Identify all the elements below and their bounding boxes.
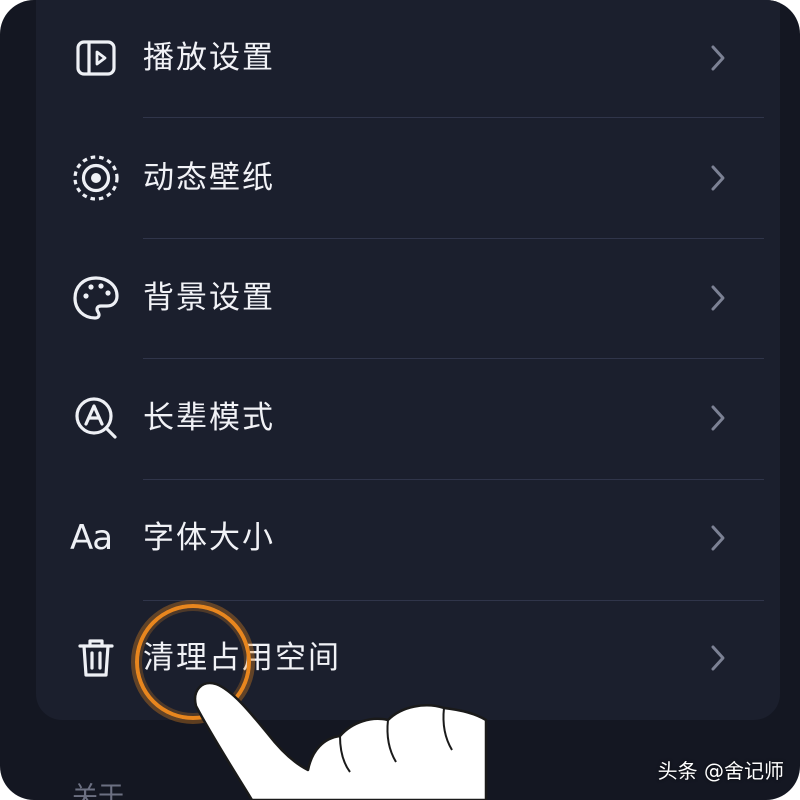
divider [143,117,764,118]
elder-mode-icon [70,392,122,444]
settings-item-label: 长辈模式 [143,400,275,436]
chevron-right-icon [711,285,725,311]
settings-item-label: 字体大小 [143,520,275,556]
divider [143,238,764,239]
settings-item-font-size[interactable]: Aa 字体大小 [36,480,780,600]
watermark: 头条 @舍记师 [657,759,784,783]
screen: 播放设置 动态壁纸 背景设置 长辈模式 Aa 字体大小 清理占用空间 关于 头条… [0,0,800,800]
chevron-right-icon [711,405,725,431]
settings-item-background[interactable]: 背景设置 [36,240,780,360]
live-wallpaper-icon [70,152,122,204]
section-header-about: 关于 [72,782,125,800]
playback-icon [70,32,122,84]
settings-item-live-wallpaper[interactable]: 动态壁纸 [36,120,780,240]
settings-screen: 播放设置 动态壁纸 背景设置 长辈模式 Aa 字体大小 清理占用空间 关于 [0,0,800,800]
palette-icon [70,272,122,324]
chevron-right-icon [711,645,725,671]
settings-item-label: 背景设置 [143,280,275,316]
settings-item-clear-storage[interactable]: 清理占用空间 [36,600,780,720]
settings-item-label: 动态壁纸 [143,160,275,196]
divider [143,358,764,359]
font-size-icon: Aa [70,518,113,558]
trash-icon [70,632,122,684]
settings-item-label: 播放设置 [143,40,275,76]
chevron-right-icon [711,45,725,71]
chevron-right-icon [711,525,725,551]
chevron-right-icon [711,165,725,191]
settings-item-playback[interactable]: 播放设置 [36,0,780,120]
settings-item-elder-mode[interactable]: 长辈模式 [36,360,780,480]
settings-item-label: 清理占用空间 [143,640,341,676]
